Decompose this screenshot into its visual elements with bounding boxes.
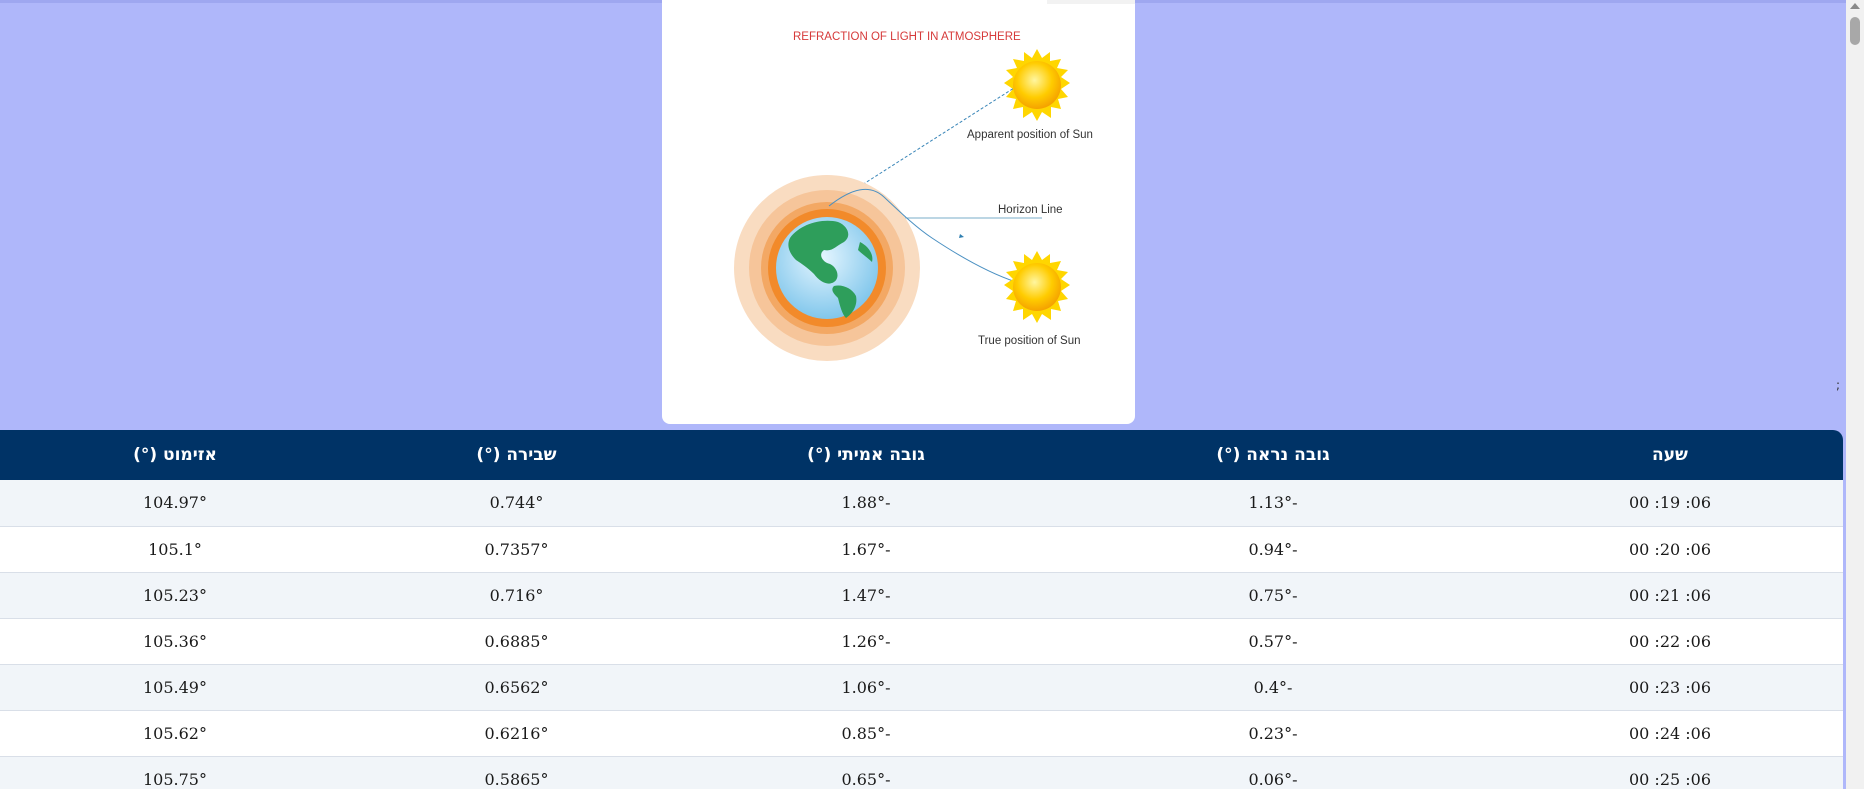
page: REFRACTION OF LIGHT IN ATMOSPHERE Appare… [0, 0, 1864, 789]
cell-true-altitude: -1.47° [683, 572, 1049, 619]
cell-azimuth: 104.97° [0, 480, 350, 527]
cell-apparent-altitude: -0.4° [1049, 664, 1497, 711]
cell-true-altitude: -1.88° [683, 480, 1049, 527]
cell-azimuth: 105.1° [0, 526, 350, 573]
cell-apparent-altitude: -0.23° [1049, 710, 1497, 757]
cell-true-altitude: -1.06° [683, 664, 1049, 711]
column-header-azimuth[interactable]: אזימוט (°) [0, 430, 350, 480]
column-header-apparent-altitude[interactable]: גובה נראה (°) [1049, 430, 1497, 480]
cell-refraction: 0.716° [350, 572, 683, 619]
refraction-table: שעה גובה נראה (°) גובה אמיתי (°) שבירה (… [0, 430, 1843, 789]
cell-azimuth: 105.23° [0, 572, 350, 619]
earth-with-atmosphere [734, 175, 920, 361]
cell-refraction: 0.7357° [350, 526, 683, 573]
table-row: 06: 24: 00 -0.23° -0.85° 0.6216° 105.62° [0, 710, 1843, 757]
cell-refraction: 0.6885° [350, 618, 683, 665]
table-row: 06: 23: 00 -0.4° -1.06° 0.6562° 105.49° [0, 664, 1843, 711]
cell-true-altitude: -1.26° [683, 618, 1049, 665]
cell-azimuth: 105.49° [0, 664, 350, 711]
ray-arrow-icon [959, 234, 964, 238]
cell-true-altitude: -0.65° [683, 756, 1049, 789]
cell-apparent-altitude: -0.06° [1049, 756, 1497, 789]
cell-time: 06: 23: 00 [1497, 664, 1843, 711]
cell-apparent-altitude: -1.13° [1049, 480, 1497, 527]
cell-azimuth: 105.36° [0, 618, 350, 665]
refraction-diagram: REFRACTION OF LIGHT IN ATMOSPHERE Appare… [734, 31, 1093, 361]
column-header-time[interactable]: שעה [1497, 430, 1843, 480]
horizon-line-label: Horizon Line [998, 204, 1063, 216]
cell-apparent-altitude: -0.57° [1049, 618, 1497, 665]
cell-time: 06: 19: 00 [1497, 480, 1843, 527]
cell-apparent-altitude: -0.75° [1049, 572, 1497, 619]
table-header-row: שעה גובה נראה (°) גובה אמיתי (°) שבירה (… [0, 430, 1843, 480]
table-row: 06: 20: 00 -0.94° -1.67° 0.7357° 105.1° [0, 526, 1843, 573]
table-row: 06: 25: 00 -0.06° -0.65° 0.5865° 105.75° [0, 756, 1843, 789]
column-header-true-altitude[interactable]: גובה אמיתי (°) [683, 430, 1049, 480]
figure-title: REFRACTION OF LIGHT IN ATMOSPHERE [793, 31, 1021, 43]
refraction-figure-card: REFRACTION OF LIGHT IN ATMOSPHERE Appare… [662, 0, 1135, 424]
cell-azimuth: 105.62° [0, 710, 350, 757]
cell-refraction: 0.5865° [350, 756, 683, 789]
cell-time: 06: 25: 00 [1497, 756, 1843, 789]
column-header-refraction[interactable]: שבירה (°) [350, 430, 683, 480]
table-row: 06: 21: 00 -0.75° -1.47° 0.716° 105.23° [0, 572, 1843, 619]
cell-true-altitude: -1.67° [683, 526, 1049, 573]
scroll-up-arrow-icon[interactable] [1850, 3, 1860, 9]
cell-refraction: 0.6216° [350, 710, 683, 757]
cell-time: 06: 20: 00 [1497, 526, 1843, 573]
cell-time: 06: 21: 00 [1497, 572, 1843, 619]
cell-refraction: 0.744° [350, 480, 683, 527]
cell-refraction: 0.6562° [350, 664, 683, 711]
scrollbar-thumb[interactable] [1850, 17, 1860, 45]
stray-mark: ; [1836, 378, 1841, 392]
cell-true-altitude: -0.85° [683, 710, 1049, 757]
cell-azimuth: 105.75° [0, 756, 350, 789]
cell-time: 06: 24: 00 [1497, 710, 1843, 757]
table-row: 06: 22: 00 -0.57° -1.26° 0.6885° 105.36° [0, 618, 1843, 665]
apparent-sun-icon [1004, 49, 1070, 121]
vertical-scrollbar[interactable] [1846, 0, 1864, 789]
table-row: 06: 19: 00 -1.13° -1.88° 0.744° 104.97° [0, 480, 1843, 527]
apparent-position-label: Apparent position of Sun [967, 129, 1093, 141]
cell-apparent-altitude: -0.94° [1049, 526, 1497, 573]
cell-time: 06: 22: 00 [1497, 618, 1843, 665]
refraction-table-wrapper: שעה גובה נראה (°) גובה אמיתי (°) שבירה (… [0, 430, 1843, 789]
true-position-label: True position of Sun [978, 335, 1081, 347]
true-sun-icon [1004, 251, 1070, 323]
